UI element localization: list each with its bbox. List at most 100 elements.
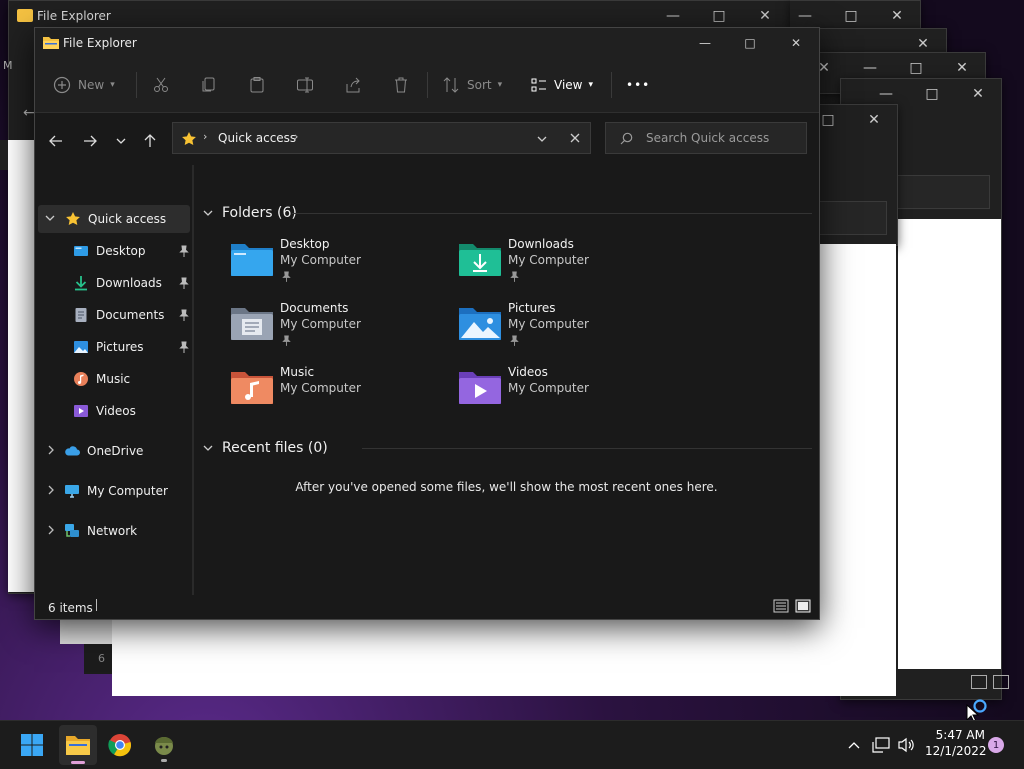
- minimize-button[interactable]: —: [682, 28, 728, 58]
- close-button[interactable]: ✕: [874, 1, 920, 31]
- forward-button[interactable]: [80, 131, 100, 151]
- folder-tile-documents[interactable]: Documents My Computer: [230, 301, 450, 357]
- tiles-view-icon[interactable]: [993, 675, 1009, 689]
- address-bar[interactable]: › Quick access ›: [172, 122, 591, 154]
- close-button[interactable]: ✕: [955, 79, 1001, 109]
- notification-badge[interactable]: 1: [988, 737, 1004, 753]
- documents-folder-icon: [231, 308, 273, 340]
- taskbar-game-app[interactable]: [148, 729, 180, 762]
- recent-locations-button[interactable]: [111, 131, 131, 151]
- file-explorer-window: File Explorer — □ ✕ New ▾ Sort ▾ View ▾ …: [34, 27, 820, 620]
- sidebar-item-videos[interactable]: Videos: [73, 397, 187, 425]
- folders-group-header[interactable]: Folders (6): [202, 205, 297, 221]
- music-icon: [74, 372, 88, 386]
- sidebar-item-label: Pictures: [96, 340, 144, 354]
- maximize-button[interactable]: □: [828, 1, 874, 31]
- background-window-left-white: [8, 140, 34, 592]
- videos-icon: [74, 405, 88, 417]
- new-button[interactable]: New ▾: [53, 75, 115, 95]
- close-icon[interactable]: [570, 133, 580, 143]
- rename-button[interactable]: [296, 75, 314, 95]
- copy-button[interactable]: [200, 75, 218, 95]
- folder-icon: [17, 9, 33, 22]
- delete-button[interactable]: [392, 75, 410, 95]
- folder-name: Downloads: [508, 237, 574, 251]
- sidebar-item-network[interactable]: Network: [38, 517, 190, 545]
- desktop-folder-icon: [231, 244, 273, 276]
- chevron-right-icon[interactable]: ›: [294, 130, 298, 143]
- recent-files-empty-message: After you've opened some files, we'll sh…: [295, 480, 718, 494]
- status-bar: 6 items: [35, 595, 819, 619]
- sidebar-item-quick-access[interactable]: Quick access: [38, 205, 190, 233]
- clock-button[interactable]: 5:47 AM 12/1/2022: [925, 727, 987, 759]
- see-more-button[interactable]: •••: [626, 75, 650, 95]
- arrow-up-icon: [144, 134, 156, 147]
- folder-tile-pictures[interactable]: Pictures My Computer: [458, 301, 678, 357]
- sort-button[interactable]: Sort ▾: [442, 75, 502, 95]
- address-bar[interactable]: [819, 201, 887, 235]
- sidebar-item-downloads[interactable]: Downloads: [73, 269, 189, 297]
- chevron-down-icon[interactable]: [45, 213, 55, 226]
- sidebar-item-pictures[interactable]: Pictures: [73, 333, 189, 361]
- new-label: New: [78, 78, 105, 92]
- recent-files-group-header[interactable]: Recent files (0): [202, 440, 328, 456]
- sidebar-item-onedrive[interactable]: OneDrive: [38, 437, 190, 465]
- toolbar-divider: [427, 72, 428, 98]
- maximize-button[interactable]: □: [727, 28, 773, 58]
- close-button[interactable]: ✕: [773, 28, 819, 58]
- address-segment-quick-access[interactable]: Quick access: [218, 131, 296, 145]
- view-button[interactable]: View ▾: [530, 75, 593, 95]
- chevron-down-icon: ▾: [588, 80, 594, 90]
- title-bar[interactable]: File Explorer — □ ✕: [35, 28, 819, 58]
- sidebar-item-label: OneDrive: [87, 444, 144, 458]
- running-indicator: [161, 759, 167, 762]
- folder-tile-music[interactable]: Music My Computer: [230, 365, 450, 421]
- details-view-icon[interactable]: [971, 675, 987, 689]
- maximize-button[interactable]: □: [909, 79, 955, 109]
- up-button[interactable]: [140, 131, 160, 151]
- pin-icon[interactable]: [179, 277, 189, 289]
- close-button[interactable]: ✕: [851, 105, 897, 135]
- folders-group-label: Folders (6): [222, 205, 297, 221]
- pictures-folder-icon: [459, 308, 501, 340]
- network-tray-button[interactable]: [871, 735, 891, 755]
- pin-icon[interactable]: [179, 309, 189, 321]
- background-window-left-dark: [0, 140, 8, 170]
- volume-tray-button[interactable]: [896, 735, 916, 755]
- truncated-label: M: [3, 59, 13, 72]
- taskbar-file-explorer[interactable]: [59, 725, 97, 765]
- window-title: File Explorer: [37, 9, 111, 23]
- large-icons-view-icon[interactable]: [795, 599, 811, 613]
- chevron-right-icon[interactable]: [46, 445, 56, 458]
- folder-tile-videos[interactable]: Videos My Computer: [458, 365, 678, 421]
- pin-icon[interactable]: [179, 245, 189, 257]
- search-box[interactable]: [605, 122, 807, 154]
- share-button[interactable]: [344, 75, 362, 95]
- folder-tile-desktop[interactable]: Desktop My Computer: [230, 237, 450, 293]
- taskbar-chrome[interactable]: [104, 729, 136, 761]
- chevron-right-icon[interactable]: [46, 525, 56, 538]
- start-button[interactable]: [16, 729, 48, 761]
- show-hidden-icons-button[interactable]: [844, 735, 864, 755]
- loading-ring-icon: [973, 699, 987, 713]
- cut-button[interactable]: [152, 75, 170, 95]
- sidebar-item-music[interactable]: Music: [73, 365, 187, 393]
- sidebar-item-my-computer[interactable]: My Computer: [38, 477, 190, 505]
- folder-location: My Computer: [508, 317, 589, 331]
- folder-tile-downloads[interactable]: Downloads My Computer: [458, 237, 678, 293]
- paste-button[interactable]: [248, 75, 266, 95]
- sidebar-item-documents[interactable]: Documents: [73, 301, 189, 329]
- sidebar-item-label: Quick access: [88, 212, 167, 226]
- chevron-down-icon[interactable]: [536, 134, 548, 144]
- cloud-icon: [65, 446, 80, 456]
- download-icon: [75, 276, 87, 291]
- chevron-right-icon[interactable]: [46, 485, 56, 498]
- folder-location: My Computer: [280, 253, 361, 267]
- back-button[interactable]: [46, 131, 66, 151]
- pin-icon[interactable]: [179, 341, 189, 353]
- sidebar-item-desktop[interactable]: Desktop: [73, 237, 189, 265]
- details-view-icon[interactable]: [773, 599, 789, 613]
- clock-date: 12/1/2022: [925, 744, 987, 758]
- search-input[interactable]: [644, 130, 798, 146]
- document-icon: [75, 308, 87, 322]
